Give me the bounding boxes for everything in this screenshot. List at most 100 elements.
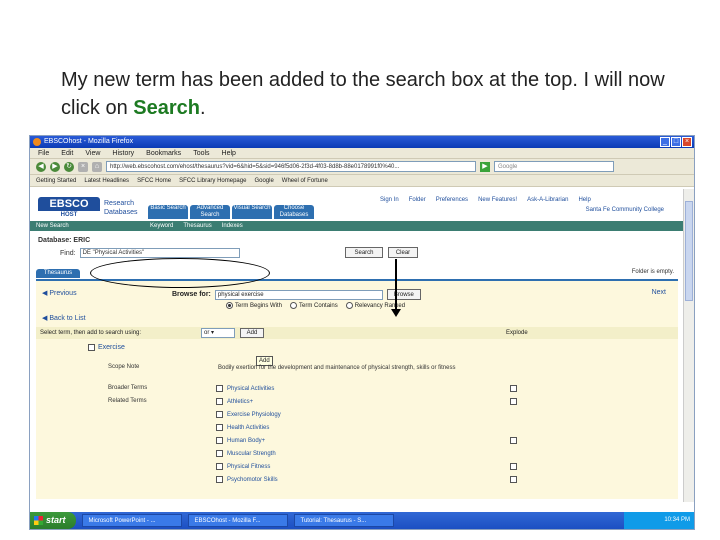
menu-history[interactable]: History	[112, 148, 134, 158]
term-link[interactable]: Physical Fitness	[227, 464, 270, 470]
bookmark-wheel-of-fortune[interactable]: Wheel of Fortune	[282, 178, 328, 184]
explode-label: Explode	[506, 330, 528, 336]
link-new-features[interactable]: New Features!	[478, 197, 517, 203]
radio-term-contains[interactable]: Term Contains	[290, 302, 338, 309]
taskbar-item-powerpoint[interactable]: Microsoft PowerPoint - ...	[81, 514, 182, 527]
link-sign-in[interactable]: Sign In	[380, 197, 399, 203]
term-checkbox[interactable]	[216, 450, 223, 457]
home-icon[interactable]: ⌂	[92, 161, 102, 172]
minimize-icon[interactable]: _	[660, 137, 670, 147]
close-icon[interactable]: ×	[682, 137, 692, 147]
back-to-list-link[interactable]: ◀ Back to List	[42, 314, 86, 322]
select-term-label: Select term, then add to search using:	[40, 330, 142, 336]
term-link[interactable]: Exercise Physiology	[227, 412, 281, 418]
explode-checkbox[interactable]	[510, 398, 517, 405]
add-button[interactable]: Add	[240, 328, 264, 338]
term-checkbox[interactable]	[216, 385, 223, 392]
search-mode-radios: Term Begins With Term Contains Relevancy…	[226, 302, 405, 309]
scrollbar-thumb[interactable]	[685, 201, 693, 301]
bookmark-getting-started[interactable]: Getting Started	[36, 178, 76, 184]
find-row: Find: DE "Physical Activities"	[60, 248, 240, 258]
term-link[interactable]: Health Activities	[227, 425, 269, 431]
term-link[interactable]: Muscular Strength	[227, 451, 276, 457]
explode-checkbox[interactable]	[510, 476, 517, 483]
reload-icon[interactable]: ↻	[64, 161, 74, 172]
browse-button[interactable]: Browse	[386, 289, 421, 300]
bookmark-latest-headlines[interactable]: Latest Headlines	[84, 178, 129, 184]
term-checkbox[interactable]	[216, 398, 223, 405]
windows-taskbar: start Microsoft PowerPoint - ... EBSCOho…	[30, 512, 694, 529]
link-folder[interactable]: Folder	[409, 197, 426, 203]
tab-basic-search[interactable]: Basic Search	[148, 205, 188, 219]
menu-view[interactable]: View	[85, 148, 100, 158]
main-term-link[interactable]: Exercise	[98, 344, 125, 351]
thesaurus-panel: ◀ Previous Browse for: physical exercise…	[36, 279, 678, 499]
term-link[interactable]: Psychomotor Skills	[227, 477, 278, 483]
next-link[interactable]: Next	[652, 289, 666, 296]
browse-row: Browse for: physical exercise Browse	[172, 289, 421, 300]
menu-bookmarks[interactable]: Bookmarks	[146, 148, 181, 158]
system-tray-clock: 10:34 PM	[624, 512, 694, 529]
term-checkbox[interactable]	[216, 437, 223, 444]
search-button[interactable]: Search	[345, 247, 383, 258]
boolean-select[interactable]: or ▾	[201, 328, 235, 338]
link-indexes[interactable]: Indexes	[222, 221, 243, 231]
explode-checkbox[interactable]	[510, 463, 517, 470]
research-databases-label: Research Databases	[104, 200, 138, 216]
related-terms-label: Related Terms	[108, 398, 147, 404]
explode-checkbox[interactable]	[510, 385, 517, 392]
back-icon[interactable]: ◀	[36, 161, 46, 172]
navigation-toolbar: ◀ ▶ ↻ × ⌂ http://web.ebscohost.com/ehost…	[30, 159, 694, 175]
google-search-field[interactable]: Google	[494, 161, 614, 172]
link-thesaurus[interactable]: Thesaurus	[183, 221, 211, 231]
tab-choose-databases[interactable]: Choose Databases	[274, 205, 314, 219]
term-checkbox[interactable]	[216, 424, 223, 431]
find-input[interactable]: DE "Physical Activities"	[79, 248, 240, 258]
stop-icon[interactable]: ×	[78, 161, 88, 172]
go-icon[interactable]: ▶	[480, 161, 490, 172]
term-row: Psychomotor Skills	[216, 476, 278, 483]
term-link[interactable]: Physical Activities	[227, 386, 274, 392]
menu-tools[interactable]: Tools	[193, 148, 209, 158]
link-keyword[interactable]: Keyword	[150, 221, 173, 231]
link-ask-a-librarian[interactable]: Ask-A-Librarian	[527, 197, 568, 203]
menu-file[interactable]: File	[38, 148, 49, 158]
previous-link[interactable]: ◀ Previous	[42, 289, 77, 297]
new-search-link[interactable]: New Search	[36, 223, 69, 229]
main-term-checkbox[interactable]	[88, 344, 95, 351]
taskbar-item-firefox[interactable]: EBSCOhost - Mozilla F...	[187, 514, 288, 527]
start-button[interactable]: start	[30, 512, 76, 529]
caption-end: .	[199, 97, 206, 119]
tab-advanced-search[interactable]: Advanced Search	[190, 205, 230, 219]
term-link[interactable]: Human Body+	[227, 438, 265, 444]
ebsco-logo[interactable]: EBSCO HOST	[38, 197, 100, 219]
menu-help[interactable]: Help	[222, 148, 236, 158]
find-label: Find:	[60, 249, 76, 257]
maximize-icon[interactable]: □	[671, 137, 681, 147]
vertical-scrollbar[interactable]	[683, 189, 694, 502]
term-link[interactable]: Athletics+	[227, 399, 253, 405]
link-preferences[interactable]: Preferences	[436, 197, 468, 203]
tab-visual-search[interactable]: Visual Search	[232, 205, 272, 219]
bookmark-sfcc-home[interactable]: SFCC Home	[137, 178, 171, 184]
term-checkbox[interactable]	[216, 476, 223, 483]
url-bar[interactable]: http://web.ebscohost.com/ehost/thesaurus…	[106, 161, 476, 172]
term-row: Health Activities	[216, 424, 269, 431]
term-checkbox[interactable]	[216, 463, 223, 470]
bookmarks-toolbar: Getting Started Latest Headlines SFCC Ho…	[30, 175, 694, 187]
bookmark-google[interactable]: Google	[254, 178, 273, 184]
thesaurus-tab[interactable]: Thesaurus	[36, 269, 80, 278]
explode-checkbox[interactable]	[510, 437, 517, 444]
clear-button[interactable]: Clear	[388, 247, 418, 258]
term-checkbox[interactable]	[216, 411, 223, 418]
taskbar-item-tutorial[interactable]: Tutorial: Thesaurus - S...	[293, 514, 394, 527]
menu-edit[interactable]: Edit	[61, 148, 73, 158]
bookmark-sfcc-library[interactable]: SFCC Library Homepage	[179, 178, 246, 184]
browser-titlebar: EBSCOhost - Mozilla Firefox _ □ ×	[30, 136, 694, 148]
link-help[interactable]: Help	[578, 197, 590, 203]
radio-term-begins-with[interactable]: Term Begins With	[226, 302, 282, 309]
folder-status: Folder is empty.	[631, 269, 674, 275]
forward-icon[interactable]: ▶	[50, 161, 60, 172]
annotation-arrow	[395, 259, 397, 313]
browse-input[interactable]: physical exercise	[214, 289, 383, 300]
